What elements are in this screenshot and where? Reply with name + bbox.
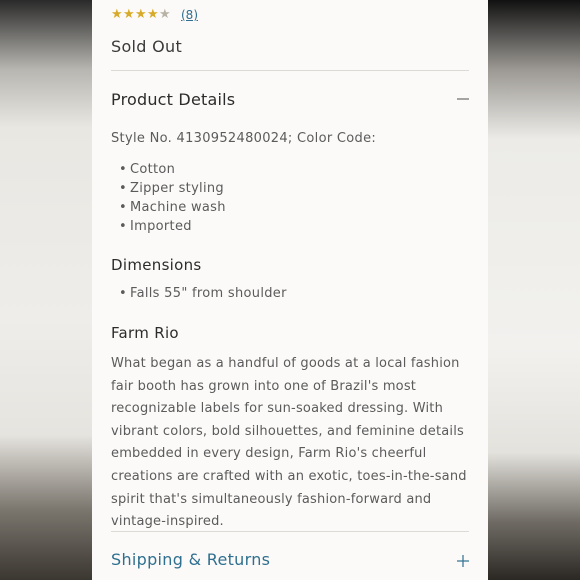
list-item: Machine wash (111, 198, 226, 217)
shipping-returns-header[interactable]: Shipping & Returns (111, 550, 270, 569)
rating[interactable]: ★ ★ ★ ★ ★ (8) (111, 7, 198, 23)
star-icon: ★ (135, 7, 147, 22)
dimensions-list: Falls 55" from shoulder (111, 284, 287, 303)
stock-status: Sold Out (111, 37, 183, 56)
list-item: Falls 55" from shoulder (111, 284, 287, 303)
brand-title: Farm Rio (111, 324, 179, 342)
plus-icon[interactable] (457, 555, 469, 567)
brand-description: What began as a handful of goods at a lo… (111, 356, 467, 530)
review-count-link[interactable]: (8) (181, 7, 198, 23)
dimensions-title: Dimensions (111, 256, 202, 274)
star-icon: ★ (147, 7, 159, 22)
product-info-panel: ★ ★ ★ ★ ★ (8) Sold Out Product Details S… (92, 0, 488, 580)
list-item: Zipper styling (111, 179, 226, 198)
star-rating: ★ ★ ★ ★ ★ (111, 7, 171, 23)
star-icon: ★ (111, 7, 123, 22)
background-right (488, 0, 580, 580)
list-item: Imported (111, 217, 226, 236)
minus-icon[interactable] (457, 93, 469, 105)
feature-list: Cotton Zipper styling Machine wash Impor… (111, 160, 226, 236)
style-number: Style No. 4130952480024; Color Code: (111, 131, 377, 146)
list-item: Cotton (111, 160, 226, 179)
divider (111, 70, 469, 71)
divider (111, 531, 469, 532)
star-icon: ★ (123, 7, 135, 22)
product-details-header[interactable]: Product Details (111, 90, 235, 109)
star-icon: ★ (159, 7, 171, 22)
background-left (0, 0, 92, 580)
